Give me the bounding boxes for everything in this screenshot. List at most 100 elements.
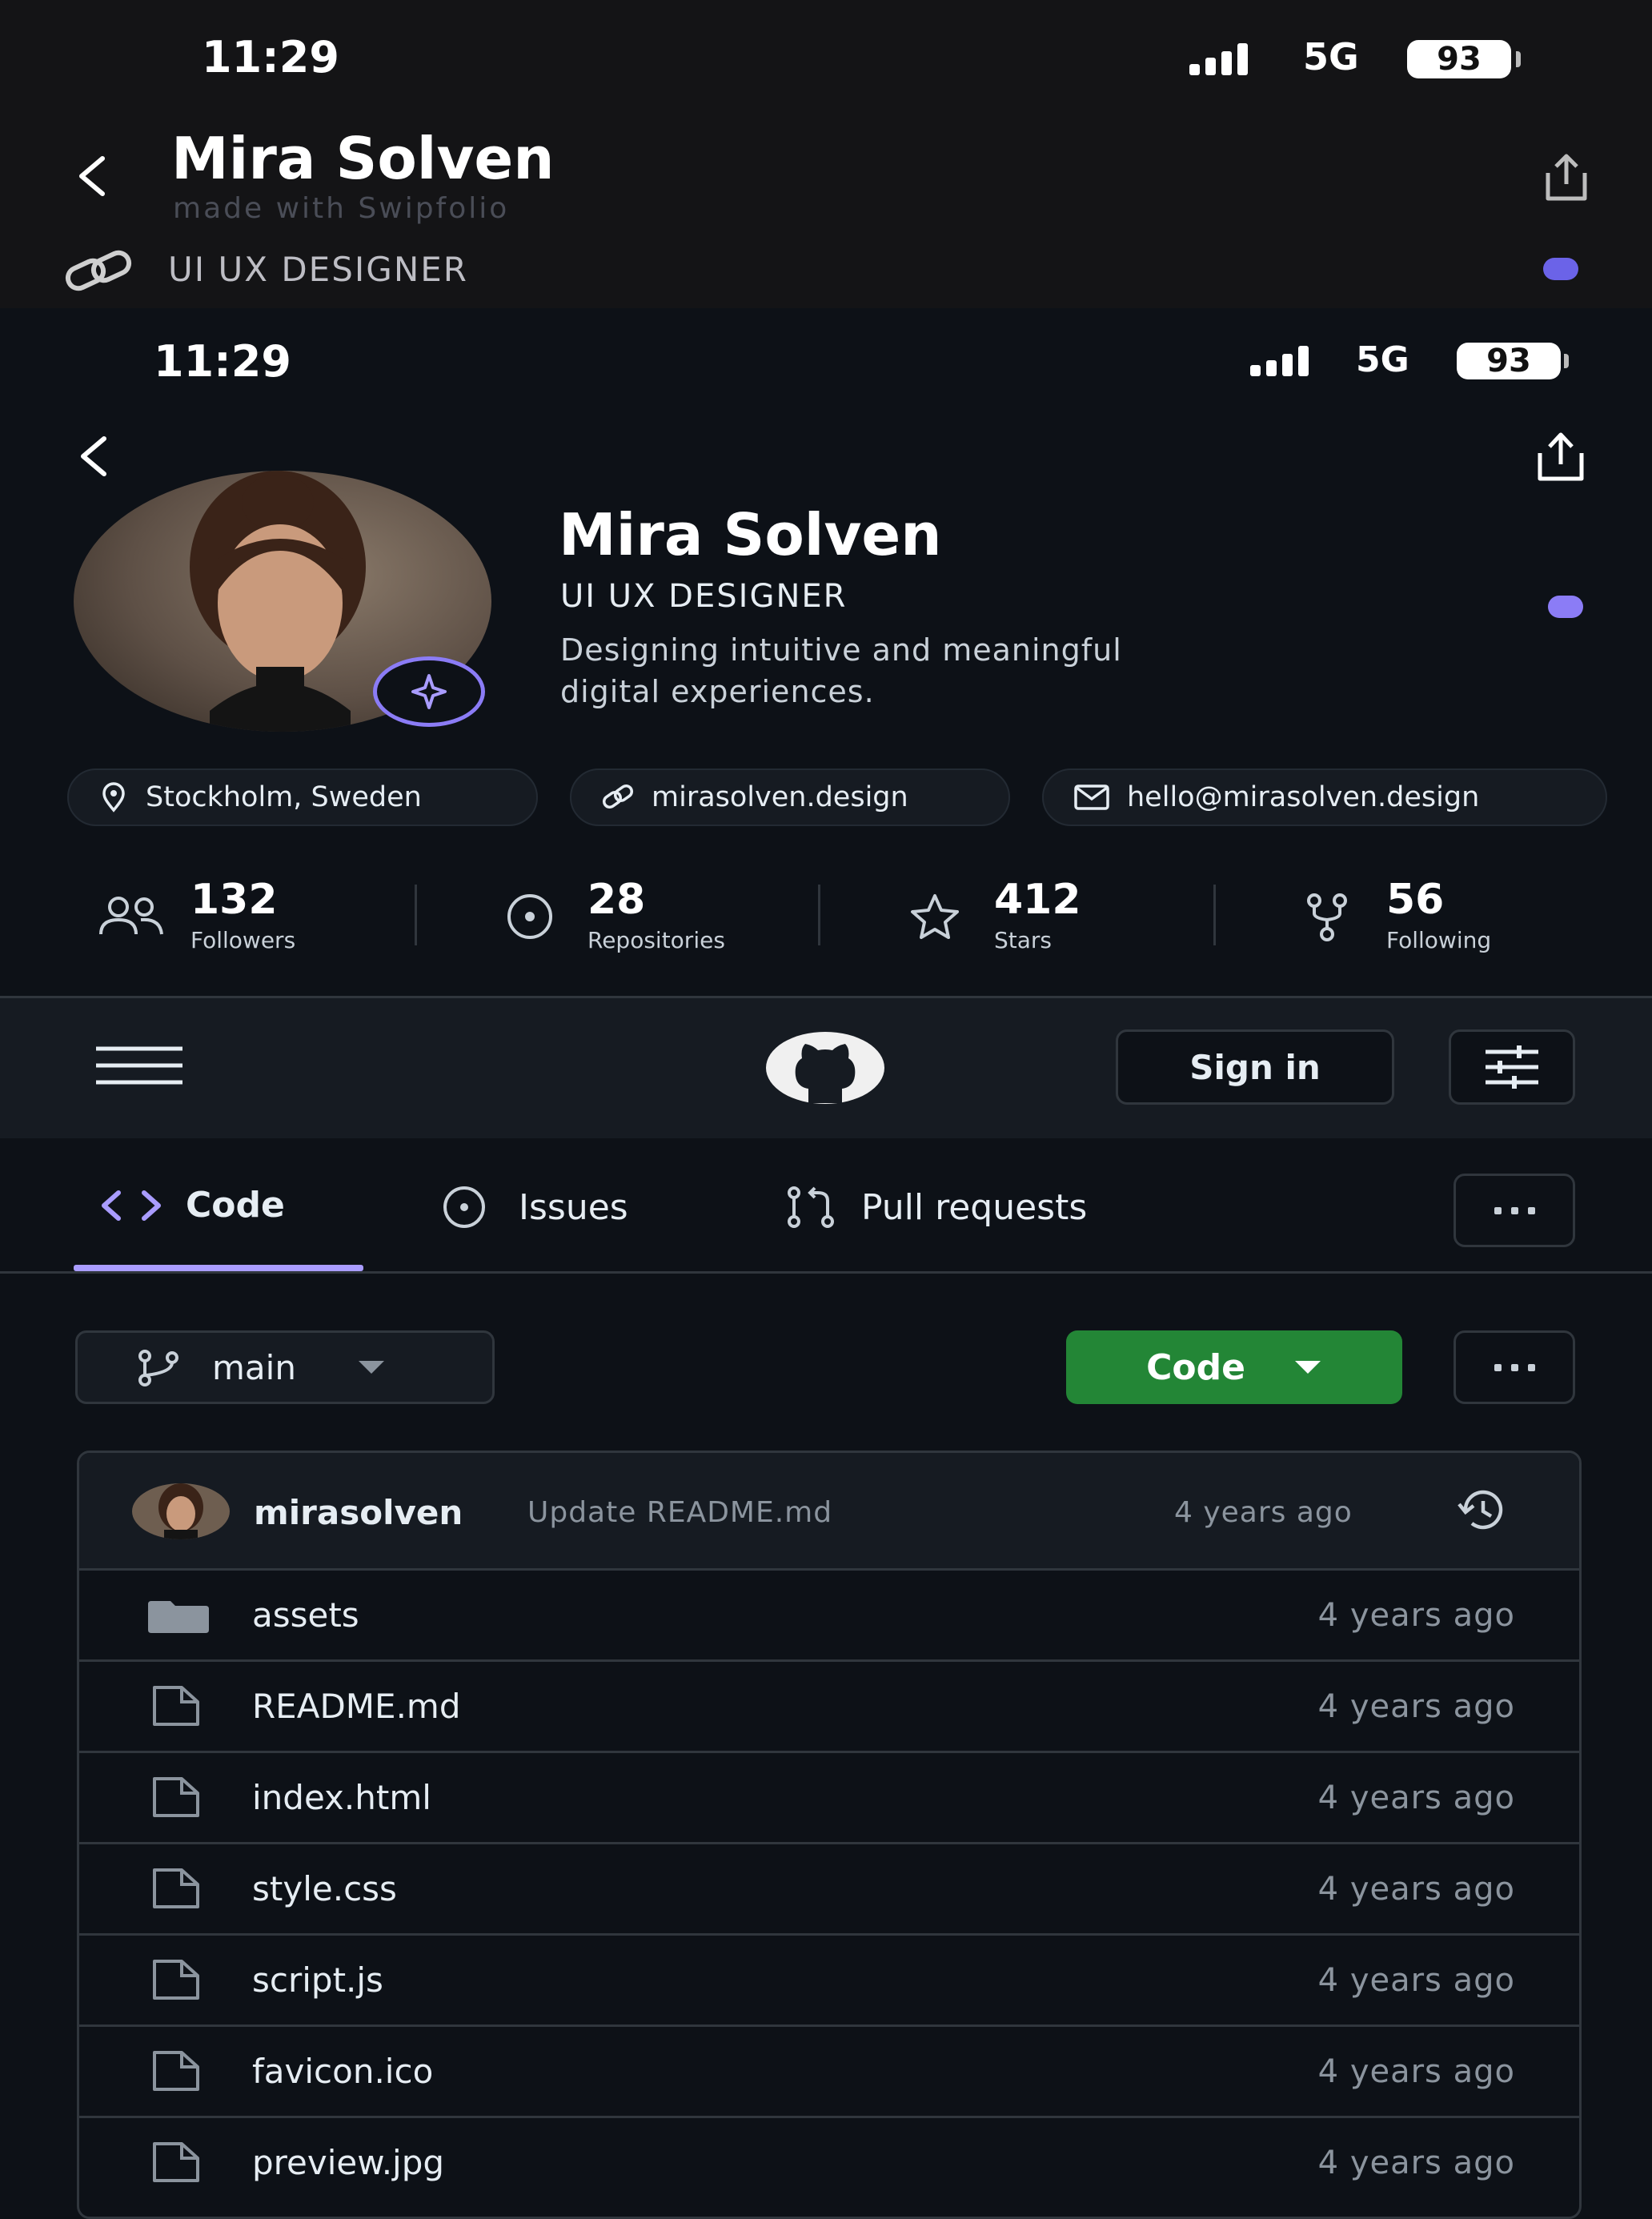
battery-tip (1516, 51, 1521, 67)
file-row[interactable]: favicon.ico 4 years ago (79, 2024, 1579, 2116)
file-icon (151, 1960, 201, 2000)
chevron-down-icon (357, 1359, 386, 1375)
inner-back-icon[interactable] (74, 432, 114, 480)
signal-icon (1189, 42, 1248, 75)
stat-divider (415, 885, 417, 945)
github-logo-icon[interactable] (765, 1031, 885, 1105)
tab-code[interactable]: Code (99, 1185, 285, 1226)
code-dropdown-button[interactable]: Code (1066, 1330, 1402, 1404)
sparkle-badge-icon (373, 656, 485, 727)
followers-count: 132 (190, 876, 278, 924)
star-icon (900, 891, 970, 942)
stat-stars[interactable]: 412 Stars (900, 879, 1081, 953)
branch-icon (135, 1348, 183, 1386)
file-name[interactable]: index.html (252, 1778, 431, 1817)
file-name[interactable]: assets (252, 1595, 359, 1635)
header-role: UI UX DESIGNER (168, 250, 468, 289)
tab-pull-requests[interactable]: Pull requests (783, 1185, 1087, 1230)
settings-sliders-button[interactable] (1449, 1029, 1575, 1105)
commit-time: 4 years ago (1174, 1496, 1353, 1529)
repo-more-button[interactable] (1454, 1330, 1575, 1404)
profile-name: Mira Solven (559, 501, 942, 568)
outer-app-header: 11:29 5G 93 Mira Solven made with Swipfo… (0, 0, 1652, 308)
file-icon (151, 2051, 201, 2091)
inner-battery-tip (1564, 354, 1569, 368)
tab-code-label: Code (186, 1185, 285, 1226)
file-icon (151, 1686, 201, 1726)
stat-repositories[interactable]: 28 Repositories (496, 879, 725, 953)
stars-label: Stars (994, 927, 1053, 953)
file-name[interactable]: README.md (252, 1687, 461, 1726)
location-chip[interactable]: Stockholm, Sweden (67, 768, 538, 826)
battery-indicator: 93 (1407, 40, 1511, 78)
people-icon (96, 893, 166, 941)
active-tab-underline (74, 1265, 363, 1271)
tab-issues-label: Issues (519, 1186, 628, 1228)
stars-count: 412 (994, 876, 1081, 924)
stat-followers[interactable]: 132 Followers (96, 879, 295, 953)
tab-issues[interactable]: Issues (432, 1185, 628, 1230)
file-name[interactable]: preview.jpg (252, 2143, 444, 2182)
hamburger-menu-icon[interactable] (94, 1045, 184, 1085)
profile-status-dot (1548, 596, 1583, 618)
pull-request-icon (783, 1185, 839, 1230)
file-icon (151, 1868, 201, 1908)
repo-circle-icon (496, 891, 563, 942)
tabs-more-button[interactable] (1454, 1174, 1575, 1247)
share-icon[interactable] (1538, 152, 1594, 203)
code-button-label: Code (1146, 1346, 1245, 1388)
status-time: 11:29 (202, 32, 339, 82)
back-icon[interactable] (72, 152, 112, 200)
website-link-icon (600, 781, 636, 813)
file-name[interactable]: style.css (252, 1869, 397, 1908)
tabs-divider (0, 1271, 1652, 1274)
header-subtitle: made with Swipfolio (173, 192, 510, 225)
location-pin-icon (98, 781, 130, 813)
location-text: Stockholm, Sweden (146, 781, 422, 813)
file-row[interactable]: index.html 4 years ago (79, 1751, 1579, 1842)
file-time: 4 years ago (1317, 1779, 1515, 1816)
inner-status-time: 11:29 (154, 336, 291, 387)
inner-battery-indicator: 93 (1457, 343, 1561, 379)
file-time: 4 years ago (1317, 1687, 1515, 1725)
website-chip[interactable]: mirasolven.design (570, 768, 1010, 826)
stat-following[interactable]: 56 Following (1292, 879, 1491, 953)
email-chip[interactable]: hello@mirasolven.design (1042, 768, 1607, 826)
profile-bio-line1: Designing intuitive and meaningful (560, 632, 1122, 668)
more-dots-icon (1494, 1206, 1535, 1214)
inner-signal-icon (1250, 344, 1309, 376)
file-row[interactable]: README.md 4 years ago (79, 1659, 1579, 1751)
file-time: 4 years ago (1317, 1870, 1515, 1908)
file-time: 4 years ago (1317, 2052, 1515, 2090)
following-label: Following (1386, 927, 1492, 953)
mail-icon (1073, 783, 1111, 812)
file-row[interactable]: style.css 4 years ago (79, 1842, 1579, 1933)
file-row[interactable]: script.js 4 years ago (79, 1933, 1579, 2024)
network-label: 5G (1303, 35, 1359, 78)
folder-icon (146, 1601, 211, 1633)
inner-network-label: 5G (1356, 339, 1409, 380)
tab-pull-requests-label: Pull requests (861, 1186, 1088, 1228)
file-row[interactable]: assets 4 years ago (79, 1568, 1579, 1659)
file-time: 4 years ago (1317, 1596, 1515, 1634)
file-name[interactable]: script.js (252, 1960, 383, 2000)
file-row[interactable]: preview.jpg 4 years ago (79, 2116, 1579, 2207)
profile-bio-line2: digital experiences. (560, 674, 875, 709)
code-brackets-icon (99, 1188, 163, 1223)
commit-author[interactable]: mirasolven (254, 1493, 463, 1532)
file-icon (151, 1777, 201, 1817)
email-text: hello@mirasolven.design (1127, 781, 1480, 813)
commit-author-avatar (132, 1483, 230, 1539)
sign-in-label: Sign in (1189, 1047, 1321, 1087)
issue-circle-icon (432, 1185, 496, 1230)
more-dots-icon (1494, 1363, 1535, 1371)
branch-selector[interactable]: main (75, 1330, 495, 1404)
history-icon[interactable] (1451, 1487, 1515, 1535)
latest-commit-row[interactable]: mirasolven Update README.md 4 years ago (79, 1453, 1579, 1568)
file-table: mirasolven Update README.md 4 years ago … (77, 1451, 1582, 2219)
commit-message[interactable]: Update README.md (527, 1496, 832, 1529)
file-icon (151, 2142, 201, 2182)
sign-in-button[interactable]: Sign in (1116, 1029, 1394, 1105)
inner-share-icon[interactable] (1529, 431, 1593, 484)
file-name[interactable]: favicon.ico (252, 2052, 433, 2091)
